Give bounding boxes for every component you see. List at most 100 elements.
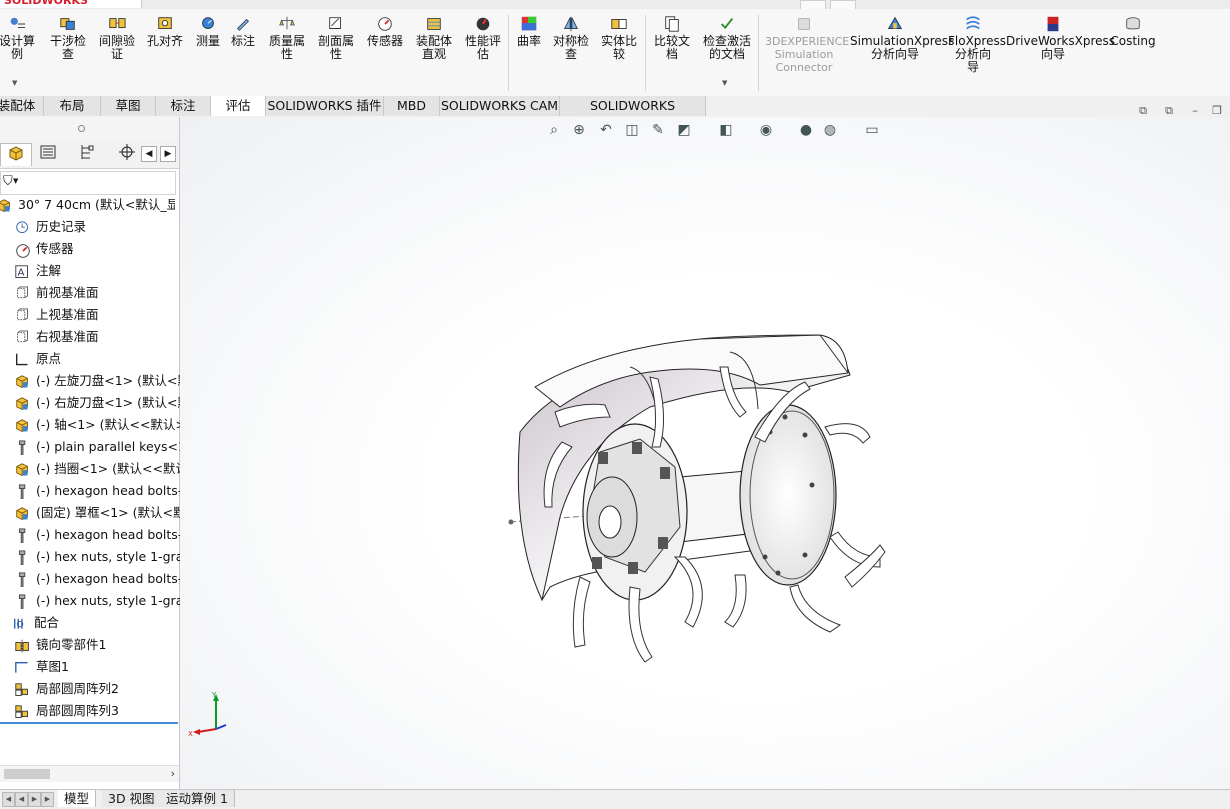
scroll-right-icon[interactable]: › <box>171 767 175 780</box>
tree-item[interactable]: A 注解 <box>14 260 193 281</box>
tree-filter-input[interactable]: ⛉ ▼ <box>0 171 176 195</box>
tree-item[interactable]: (-) 轴<1> (默认<<默认>_ <box>14 414 193 435</box>
ribbon-button-label: SimulationXpress 分析向导 <box>850 34 955 61</box>
command-tab[interactable]: SOLIDWORKS CAM <box>440 96 560 116</box>
ribbon-button[interactable]: Costing <box>1110 15 1156 48</box>
display-style-icon[interactable]: ◧ <box>717 121 735 139</box>
ribbon-button[interactable]: 间隙验 证 <box>95 15 139 61</box>
minimize-icon[interactable]: – <box>1188 104 1202 118</box>
ribbon-button[interactable]: 标注 <box>229 15 257 48</box>
tree-item-label: (-) hex nuts, style 1-grad <box>36 593 192 608</box>
tree-item[interactable]: 镜向零部件1 <box>14 634 193 655</box>
tree-item[interactable]: 配合 <box>12 612 191 633</box>
graphics-viewport[interactable]: Y X <box>180 117 1230 789</box>
next-tab-icon[interactable]: ▶ <box>28 792 41 807</box>
tree-item[interactable]: (-) hexagon head bolts-- <box>14 524 193 545</box>
command-tab[interactable]: 标注 <box>156 96 211 116</box>
ribbon-button[interactable]: 曲率 <box>514 15 544 48</box>
hide-show-items-icon[interactable]: ◉ <box>757 121 775 139</box>
command-tab[interactable]: SOLIDWORKS 插件 <box>266 96 384 116</box>
command-tab[interactable]: 布局 <box>44 96 101 116</box>
bottom-tab[interactable]: 运动算例 1 <box>160 790 235 807</box>
chevron-down-icon[interactable]: ▼ <box>12 79 17 87</box>
property-manager-tab-icon[interactable] <box>33 143 63 165</box>
tree-item[interactable]: 历史记录 <box>14 216 193 237</box>
ribbon-button[interactable]: 比较文 档 <box>650 15 694 61</box>
chevron-down-icon[interactable]: ▼ <box>722 79 727 87</box>
tree-item[interactable]: 上视基准面 <box>14 304 193 325</box>
bottom-tab[interactable]: 模型 <box>58 790 97 807</box>
command-tab[interactable]: SOLIDWORKS Inspection <box>560 96 706 133</box>
tree-item[interactable]: (-) 左旋刀盘<1> (默认<默 <box>14 370 193 391</box>
ribbon-button[interactable]: FloXpress 分析向 导 <box>948 15 1006 74</box>
dimxpert-tab-icon[interactable] <box>112 143 142 165</box>
tree-item[interactable]: 草图1 <box>14 656 193 677</box>
panel-collapse-handle[interactable] <box>0 117 179 141</box>
panel-tabs-prev-icon[interactable]: ◀ <box>141 146 157 162</box>
command-tab[interactable]: 草图 <box>101 96 156 116</box>
tree-item-label: (-) hex nuts, style 1-grad <box>36 549 192 564</box>
body-compare-icon <box>609 15 629 33</box>
tree-item[interactable]: 前视基准面 <box>14 282 193 303</box>
view-settings-icon[interactable]: ▭ <box>863 121 881 139</box>
bottom-tab[interactable]: 3D 视图 <box>102 790 162 807</box>
restore-icon[interactable]: ❐ <box>1210 104 1224 118</box>
tile-right-icon[interactable]: ⧉ <box>1162 104 1176 118</box>
view-orientation-icon[interactable]: ◩ <box>675 121 693 139</box>
configuration-manager-tab-icon[interactable] <box>72 143 102 165</box>
tree-item[interactable]: 局部圆周阵列2 <box>14 678 193 699</box>
scrollbar-thumb[interactable] <box>4 769 50 779</box>
tree-item[interactable]: (固定) 罩框<1> (默认<默 <box>14 502 193 523</box>
tree-item[interactable]: (-) hexagon head bolts-- <box>14 480 193 501</box>
section-view-icon[interactable]: ◫ <box>623 121 641 139</box>
ribbon-button[interactable]: 传感器 <box>364 15 406 48</box>
ribbon-button[interactable]: 剖面属 性 <box>314 15 358 61</box>
tree-item[interactable]: (-) 挡圈<1> (默认<<默认 <box>14 458 193 479</box>
tile-left-icon[interactable]: ⧉ <box>1136 104 1150 118</box>
tree-item[interactable]: 传感器 <box>14 238 193 259</box>
ribbon-button[interactable]: 测量 <box>194 15 222 48</box>
tree-rollback-bar[interactable] <box>0 722 178 724</box>
dynamic-annotation-icon[interactable]: ✎ <box>649 121 667 139</box>
ribbon-button[interactable]: 实体比 较 <box>597 15 641 61</box>
tree-horizontal-scrollbar[interactable]: › <box>0 765 179 782</box>
apply-scene-icon[interactable]: ◍ <box>821 121 839 139</box>
zoom-to-area-icon[interactable]: ⊕ <box>570 121 588 139</box>
tree-item[interactable]: (-) hexagon head bolts-- <box>14 568 193 589</box>
feature-manager-tab-icon[interactable] <box>0 143 32 166</box>
triad-y-label: Y <box>211 691 217 699</box>
edit-appearance-icon[interactable]: ● <box>797 121 815 139</box>
app-logo: SOLIDWORKS <box>0 0 142 8</box>
ribbon-button[interactable]: DriveWorksXpress 向导 <box>1006 15 1115 61</box>
previous-view-icon[interactable]: ↶ <box>597 121 615 139</box>
last-tab-icon[interactable]: ▶ <box>41 792 54 807</box>
tree-root-assembly[interactable]: 30° 7 40cm (默认<默认_显示 <box>0 194 175 215</box>
command-tab[interactable]: 装配体 <box>0 96 44 116</box>
ribbon-button-label: 质量属 性 <box>268 34 305 61</box>
zoom-to-fit-icon[interactable]: ⌕ <box>545 121 563 139</box>
ribbon-button[interactable]: 性能评 估 <box>461 15 505 61</box>
ribbon-button[interactable]: 设计算 例 <box>0 15 38 61</box>
ribbon-button[interactable]: 孔对齐 <box>145 15 185 48</box>
ribbon-button[interactable]: 3DEXPERIENCE Simulation Connector <box>765 15 849 74</box>
tree-item[interactable]: (-) hex nuts, style 1-grad <box>14 546 193 567</box>
tree-item[interactable]: (-) 右旋刀盘<1> (默认<默 <box>14 392 193 413</box>
ribbon-button[interactable]: 干涉检 查 <box>46 15 90 61</box>
tree-item[interactable]: 局部圆周阵列3 <box>14 700 193 721</box>
ribbon-button[interactable]: 质量属 性 <box>265 15 309 61</box>
command-manager-ribbon: 设计算 例干涉检 查间隙验 证孔对齐 测量 标注 质量属 性剖面属 性传感器 装配体 直… <box>0 9 1230 97</box>
ribbon-button[interactable]: 对称检 查 <box>549 15 593 61</box>
prev-tab-icon[interactable]: ◀ <box>15 792 28 807</box>
tree-item[interactable]: 原点 <box>14 348 193 369</box>
tree-item[interactable]: 右视基准面 <box>14 326 193 347</box>
first-tab-icon[interactable]: ◀ <box>2 792 15 807</box>
command-tab[interactable]: MBD <box>384 96 440 116</box>
ribbon-button[interactable]: 装配体 直观 <box>412 15 456 61</box>
tree-item[interactable]: (-) plain parallel keys<1 <box>14 436 193 457</box>
ribbon-button[interactable]: 检查激活 的文档 <box>699 15 755 61</box>
command-tab[interactable]: 评估 <box>211 96 266 116</box>
panel-tabs-next-icon[interactable]: ▶ <box>160 146 176 162</box>
floxpress-icon <box>963 15 983 33</box>
ribbon-button[interactable]: SimulationXpress 分析向导 <box>850 15 954 61</box>
tree-item[interactable]: (-) hex nuts, style 1-grad <box>14 590 193 611</box>
